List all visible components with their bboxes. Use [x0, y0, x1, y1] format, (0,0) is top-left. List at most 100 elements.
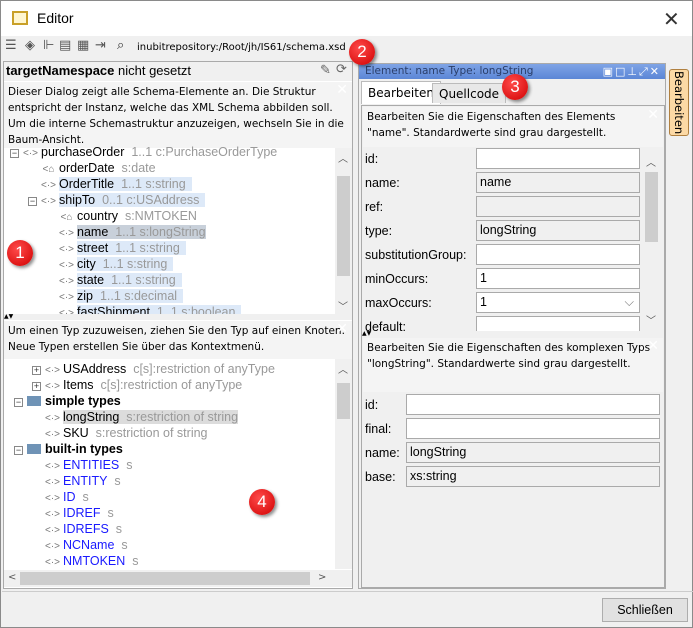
tree-node[interactable]: <·> NCName s — [32, 537, 128, 553]
hex-view-icon[interactable]: ▦ — [77, 38, 89, 53]
tree-view-icon[interactable]: ⊩ — [43, 38, 54, 53]
id-field[interactable] — [476, 148, 640, 169]
node-name: NMTOKEN — [63, 554, 126, 568]
field-value: name — [480, 175, 512, 189]
tree-node[interactable]: <·> SKU s:restriction of string — [32, 425, 208, 441]
side-tab-bearbeiten[interactable]: Bearbeiten — [669, 69, 689, 136]
info-text: Bearbeiten Sie die Eigenschaften des kom… — [367, 342, 651, 370]
tree-scrollbar[interactable]: ︿ ﹀ — [335, 148, 352, 314]
ref-field[interactable] — [476, 196, 640, 217]
field-label: base: — [365, 470, 396, 484]
expand-icon[interactable]: + — [32, 382, 41, 391]
default-field[interactable] — [476, 316, 640, 331]
tab-bearbeiten[interactable]: Bearbeiten — [361, 81, 441, 104]
tree-node[interactable]: <⌂ orderDate s:date — [28, 160, 156, 176]
close-info-icon[interactable]: ✕ — [647, 338, 659, 354]
type-field[interactable]: longString — [476, 220, 640, 241]
node-type: s:NMTOKEN — [124, 209, 197, 223]
field-value: longString — [480, 223, 537, 237]
close-info-icon[interactable]: ✕ — [336, 321, 348, 337]
collapse-icon[interactable]: − — [10, 149, 19, 158]
close-button[interactable]: Schließen — [602, 598, 688, 622]
splitter[interactable]: ▲▼ — [362, 331, 664, 337]
tree-node[interactable]: <·> ENTITIES s — [32, 457, 132, 473]
refresh-icon[interactable]: ⟳ — [336, 61, 347, 77]
import-icon[interactable]: ⇥ — [95, 38, 106, 53]
node-name: SKU — [63, 426, 89, 440]
close-info-icon[interactable]: ✕ — [647, 107, 659, 123]
name-field[interactable]: name — [476, 172, 640, 193]
node-name: IDREFS — [63, 522, 109, 536]
file-path: inubitrepository:/Root/jh/IS61/schema.xs… — [137, 42, 346, 53]
collapse-icon[interactable]: − — [14, 398, 23, 407]
close-info-icon[interactable]: ✕ — [336, 82, 348, 98]
node-name: purchaseOrder — [41, 146, 125, 159]
field-label: type: — [365, 224, 393, 238]
types-scrollbar[interactable]: ︿ — [335, 359, 352, 569]
node-type: 1..1 s:string — [102, 257, 168, 271]
schema-icon[interactable]: ◈ — [25, 38, 35, 53]
info-box-types: Um einen Typ zuzuweisen, ziehen Sie den … — [4, 321, 352, 359]
splitter[interactable]: ▲▼ — [4, 314, 352, 320]
collapse-icon[interactable]: − — [28, 197, 37, 206]
tree-node[interactable]: <·> IDREF s — [32, 505, 114, 521]
id-field[interactable] — [406, 394, 660, 415]
node-type: s:date — [121, 161, 156, 175]
tree-node[interactable]: <·> longString s:restriction of string — [32, 409, 239, 425]
document-icon[interactable]: ▤ — [59, 38, 71, 53]
minoccurs-field[interactable]: 1 — [476, 268, 640, 289]
node-name: longString — [63, 410, 120, 424]
tree-node[interactable]: − <·> shipTo 0..1 c:USAddress — [28, 192, 206, 208]
tree-node[interactable]: <·> zip 1..1 s:decimal — [46, 288, 184, 304]
tab-quellcode[interactable]: Quellcode — [432, 83, 507, 103]
tree-node[interactable]: − <·> purchaseOrder 1..1 c:PurchaseOrderTy… — [10, 146, 277, 160]
info-text: Dieser Dialog zeigt alle Schema-Elemente… — [8, 86, 344, 146]
tree-node[interactable]: <·> fastShipment 1..1 s:boolean — [46, 304, 242, 314]
node-name: simple types — [45, 394, 121, 408]
tree-node[interactable]: <⌂ country s:NMTOKEN — [46, 208, 197, 224]
tree-node[interactable]: <·> ID s — [32, 489, 89, 505]
node-type: 1..1 s:decimal — [99, 289, 178, 303]
form-scrollbar[interactable]: ︿ ﹀ — [643, 152, 660, 330]
tree-node[interactable]: <·> ENTITY s — [32, 473, 121, 489]
final-field[interactable] — [406, 418, 660, 439]
field-label: id: — [365, 152, 379, 166]
tree-node[interactable]: + <·> USAddress c[s]:restriction of anyTyp… — [32, 361, 275, 377]
node-type: 0..1 c:USAddress — [102, 193, 200, 207]
field-label: id: — [365, 398, 379, 412]
node-name: country — [77, 209, 118, 223]
tree-node[interactable]: <·> street 1..1 s:string — [46, 240, 186, 256]
collapse-icon[interactable]: − — [14, 446, 23, 455]
edit-icon[interactable]: ✎ — [320, 62, 331, 78]
node-type: s:restriction of string — [95, 426, 208, 440]
horizontal-scrollbar[interactable]: < > — [4, 570, 352, 587]
field-label: substitutionGroup: — [365, 248, 467, 262]
substitutiongroup-field[interactable] — [476, 244, 640, 265]
node-type: s — [121, 538, 128, 552]
tree-node[interactable]: <·> OrderTitle 1..1 s:string — [28, 176, 192, 192]
node-name: fastShipment — [77, 305, 150, 314]
tree-node[interactable]: + <·> Items c[s]:restriction of anyType — [32, 377, 242, 393]
tree-node[interactable]: <·> NMTOKEN s — [32, 553, 138, 569]
expand-icon[interactable]: + — [32, 366, 41, 375]
search-icon[interactable]: ⌕ — [117, 38, 124, 53]
badge-1: 1 — [7, 240, 33, 266]
field-value: 1 — [480, 295, 487, 309]
tree-node[interactable]: − simple types — [14, 393, 121, 409]
node-type: 1..1 c:PurchaseOrderType — [131, 146, 278, 159]
node-type: s — [132, 554, 139, 568]
footer: Schließen — [2, 591, 693, 628]
panel-window-controls-icon[interactable]: ▣□⊥⤢✕ — [603, 64, 661, 79]
tree-node[interactable]: − built-in types — [14, 441, 123, 457]
maxoccurs-select[interactable]: 1 ⌵ — [476, 292, 640, 313]
menu-icon[interactable]: ☰ — [5, 38, 17, 53]
tree-node[interactable]: <·> city 1..1 s:string — [46, 256, 174, 272]
base-field[interactable]: xs:string — [406, 466, 660, 487]
tree-node[interactable]: <·> name 1..1 s:longString — [46, 224, 206, 240]
tree-node[interactable]: <·> IDREFS s — [32, 521, 122, 537]
types-tree: + <·> USAddress c[s]:restriction of anyTyp… — [4, 359, 334, 569]
close-window-button[interactable]: ✕ — [663, 7, 680, 31]
field-label: maxOccurs: — [365, 296, 432, 310]
name-field[interactable]: longString — [406, 442, 660, 463]
tree-node[interactable]: <·> state 1..1 s:string — [46, 272, 182, 288]
